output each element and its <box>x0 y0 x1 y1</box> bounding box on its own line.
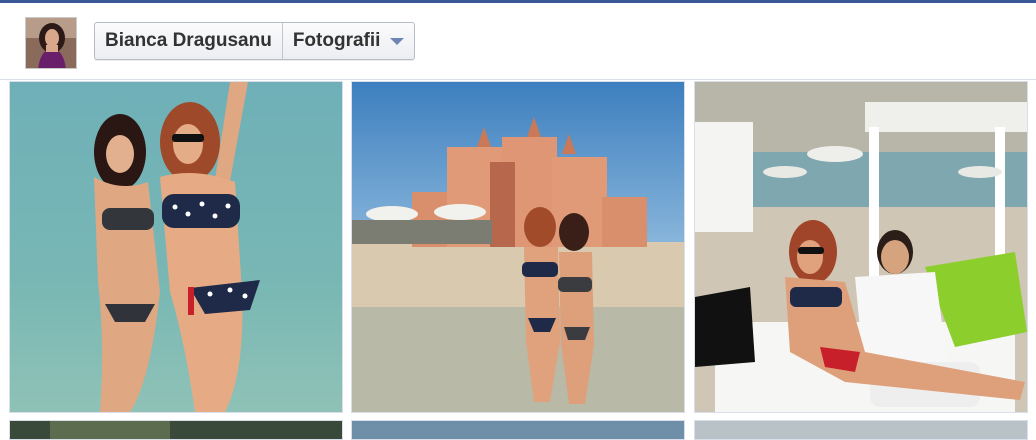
photo-image <box>10 82 342 412</box>
photo-thumbnail[interactable] <box>9 81 343 413</box>
photo-image <box>352 82 684 412</box>
section-label: Fotografii <box>292 30 381 51</box>
photo-thumbnail[interactable] <box>351 420 685 440</box>
photo-thumbnail[interactable] <box>694 420 1028 440</box>
photo-image <box>695 82 1027 412</box>
photo-grid <box>0 81 1036 440</box>
section-dropdown[interactable]: Fotografii <box>283 23 415 59</box>
breadcrumb: Bianca Dragusanu Fotografii <box>94 22 416 60</box>
profile-name-label: Bianca Dragusanu <box>105 30 272 51</box>
avatar[interactable] <box>25 17 77 69</box>
profile-name-link[interactable]: Bianca Dragusanu <box>95 23 282 59</box>
chevron-down-icon[interactable] <box>390 37 405 45</box>
avatar-image <box>26 18 76 68</box>
page-header: Bianca Dragusanu Fotografii <box>0 3 1036 80</box>
photo-thumbnail[interactable] <box>694 81 1028 413</box>
photo-thumbnail[interactable] <box>351 81 685 413</box>
photo-thumbnail[interactable] <box>9 420 343 440</box>
